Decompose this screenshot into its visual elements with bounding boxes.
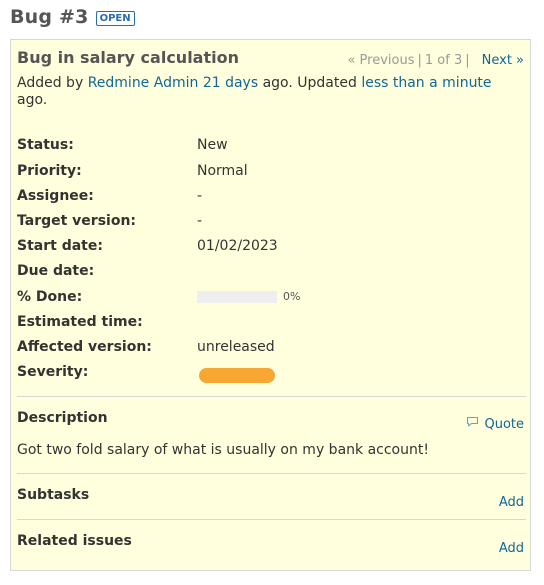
attribute-status: Status: New	[17, 135, 517, 155]
attribute-due-date: Due date:	[17, 261, 517, 281]
affected-version-link[interactable]: unreleased	[197, 337, 275, 357]
comment-icon	[466, 416, 479, 432]
progress-track	[197, 291, 277, 303]
attribute-label: Start date:	[17, 238, 103, 254]
subtasks-title: Subtasks	[17, 487, 90, 503]
pager-position: 1 of 3	[424, 53, 463, 68]
attribute-severity: Severity:	[17, 362, 517, 383]
attribute-value: New	[197, 137, 228, 153]
attribute-value: 01/02/2023	[197, 238, 278, 254]
attribute-target-version: Target version: -	[17, 211, 517, 231]
progress-bar: 0%	[197, 291, 300, 303]
updated-ago-link[interactable]: less than a minute	[361, 75, 491, 91]
attribute-value: -	[197, 213, 203, 229]
attribute-value: Normal	[197, 163, 248, 179]
issue-details-box: Bug in salary calculation « Previous | 1…	[10, 39, 531, 571]
attribute-label: Severity:	[17, 364, 89, 380]
attribute-priority: Priority: Normal	[17, 161, 517, 181]
attribute-label: Target version:	[17, 213, 137, 229]
attribute-label: Estimated time:	[17, 314, 143, 330]
pager-separator: |	[465, 53, 470, 68]
pager-separator: |	[417, 53, 422, 68]
attribute-start-date: Start date: 01/02/2023	[17, 236, 517, 256]
quote-label: Quote	[484, 416, 524, 432]
author-link[interactable]: Redmine Admin	[88, 75, 199, 91]
attribute-label: Due date:	[17, 263, 95, 279]
description-text: Got two fold salary of what is usually o…	[17, 442, 429, 458]
severity-color-swatch	[199, 368, 275, 383]
issue-pager: « Previous | 1 of 3 | Next »	[347, 53, 524, 68]
attribute-label: Affected version:	[17, 339, 152, 355]
issue-title: Bug #3	[10, 6, 89, 28]
related-issues-title: Related issues	[17, 533, 132, 549]
divider	[17, 473, 526, 474]
attribute-label: Priority:	[17, 163, 82, 179]
author-middle: ago. Updated	[262, 75, 357, 91]
quote-button[interactable]: Quote	[466, 416, 524, 432]
author-line: Added by Redmine Admin 21 days ago. Upda…	[17, 75, 507, 109]
attribute-label: Assignee:	[17, 188, 94, 204]
attribute-assignee: Assignee: -	[17, 186, 517, 206]
author-suffix: ago.	[17, 92, 48, 108]
attribute-affected-version: Affected version: unreleased	[17, 337, 517, 357]
next-link[interactable]: Next »	[482, 53, 524, 68]
page-header: Bug #3 OPEN	[10, 5, 135, 29]
add-related-issue-link[interactable]: Add	[499, 541, 524, 556]
progress-percent: 0%	[283, 290, 301, 303]
attribute-done-ratio: % Done: 0%	[17, 287, 517, 307]
attribute-label: % Done:	[17, 289, 83, 305]
author-prefix: Added by	[17, 75, 84, 91]
status-badge: OPEN	[95, 11, 135, 26]
created-ago-link[interactable]: 21 days	[203, 75, 258, 91]
add-subtask-link[interactable]: Add	[499, 495, 524, 510]
divider	[17, 396, 526, 397]
attribute-estimated-time: Estimated time:	[17, 312, 517, 332]
previous-link: « Previous	[347, 53, 415, 68]
divider	[17, 519, 526, 520]
description-title: Description	[17, 410, 108, 426]
attribute-value: -	[197, 188, 203, 204]
issue-subject: Bug in salary calculation	[17, 48, 239, 67]
attribute-label: Status:	[17, 137, 74, 153]
